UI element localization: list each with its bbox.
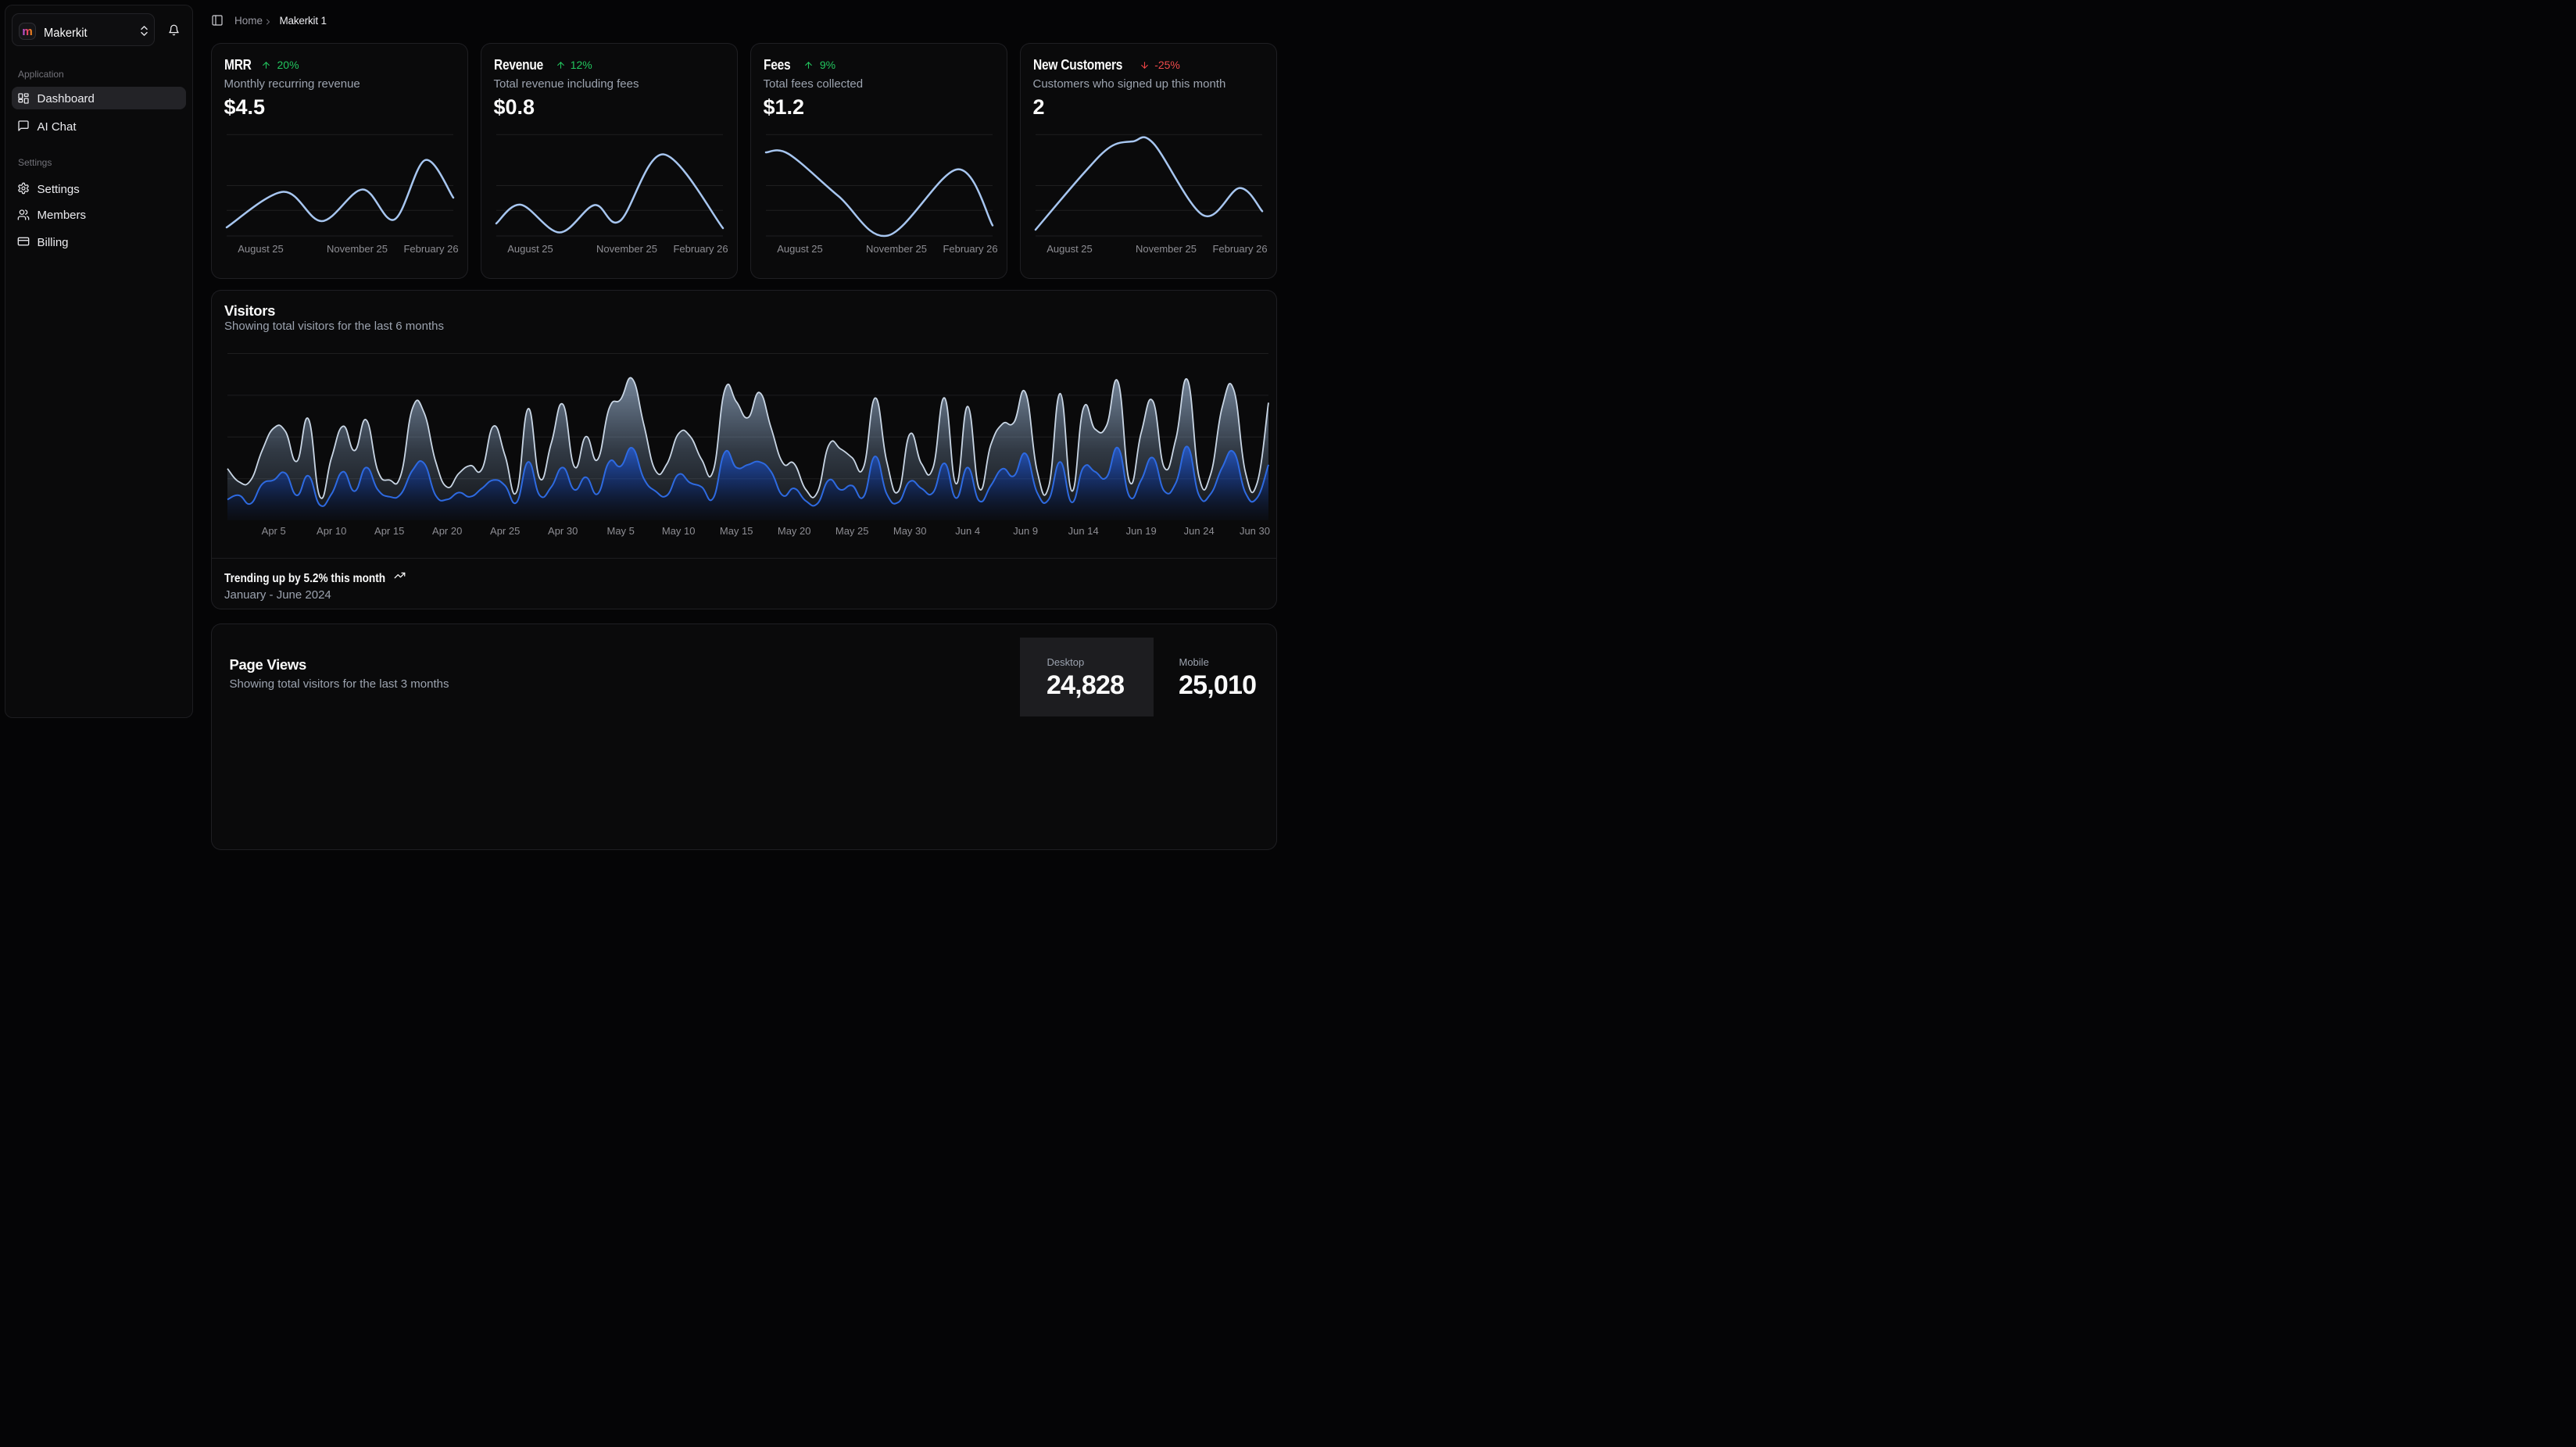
svg-text:May 25: May 25 [835,525,869,537]
svg-text:May 10: May 10 [662,525,696,537]
svg-text:Jun 30: Jun 30 [1240,525,1270,537]
svg-text:Apr 10: Apr 10 [317,525,346,537]
svg-text:Apr 5: Apr 5 [262,525,286,537]
svg-text:Jun 14: Jun 14 [1068,525,1099,537]
svg-text:Apr 15: Apr 15 [374,525,404,537]
svg-text:Jun 24: Jun 24 [1184,525,1215,537]
svg-text:Apr 25: Apr 25 [490,525,520,537]
svg-text:May 20: May 20 [778,525,811,537]
svg-text:May 15: May 15 [720,525,753,537]
svg-text:May 30: May 30 [893,525,927,537]
svg-text:May 5: May 5 [606,525,634,537]
svg-text:Apr 20: Apr 20 [432,525,462,537]
svg-text:Jun 19: Jun 19 [1126,525,1157,537]
svg-text:Jun 4: Jun 4 [955,525,980,537]
svg-text:Apr 30: Apr 30 [548,525,578,537]
svg-text:Jun 9: Jun 9 [1013,525,1038,537]
